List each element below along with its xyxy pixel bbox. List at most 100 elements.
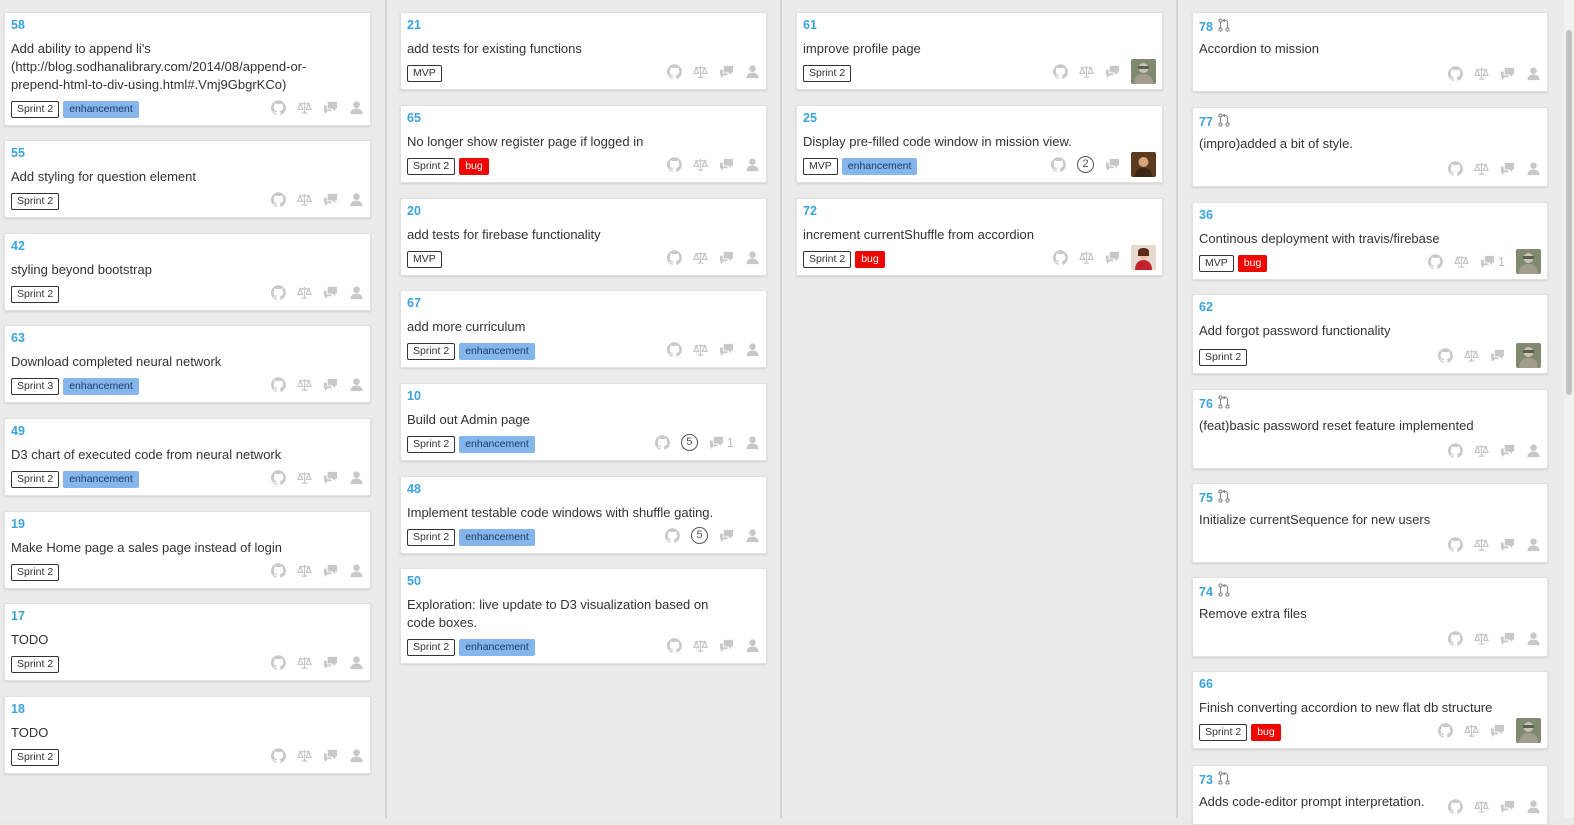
balance-scale-icon[interactable] [297,377,312,392]
issue-card[interactable]: 61 improve profile page Sprint 2 [796,12,1163,90]
assignee-icon[interactable] [349,377,364,392]
label-plain[interactable]: Sprint 2 [803,65,852,82]
github-icon[interactable] [667,249,682,265]
issue-title[interactable]: Build out Admin page [407,411,726,429]
issue-number[interactable]: 20 [407,204,421,218]
assignee-avatar[interactable] [1516,342,1541,368]
issue-number-text[interactable]: 10 [407,389,421,403]
issue-title[interactable]: Implement testable code windows with shu… [407,504,726,522]
github-icon[interactable] [654,434,670,450]
issue-card[interactable]: 72 increment currentShuffle from accordio… [796,198,1163,276]
issue-number[interactable]: 48 [407,482,421,496]
issue-card[interactable]: 76 (feat)basic password reset feature imp… [1192,389,1548,469]
issue-card[interactable]: 19 Make Home page a sales page instead of… [4,511,371,589]
label-plain[interactable]: Sprint 2 [11,656,60,673]
issue-card[interactable]: 18 TODO Sprint 2 [4,696,371,774]
issue-title[interactable]: styling beyond bootstrap [11,261,330,279]
issue-number-text[interactable]: 66 [1199,677,1213,691]
balance-scale-icon[interactable] [1474,161,1489,176]
issue-title[interactable]: add tests for existing functions [407,40,726,58]
comments-indicator[interactable] [1105,157,1120,172]
label-bug[interactable]: bug [855,251,885,268]
issue-card[interactable]: 49 D3 chart of executed code from neural … [4,418,371,496]
label-enhancement[interactable]: enhancement [63,101,139,118]
issue-number[interactable]: 73 [1199,771,1230,788]
issue-number-text[interactable]: 20 [407,204,421,218]
issue-number-text[interactable]: 74 [1199,585,1213,599]
issue-number-text[interactable]: 73 [1199,773,1213,787]
issue-number-text[interactable]: 67 [407,296,421,310]
issue-number-text[interactable]: 75 [1199,491,1213,505]
github-icon[interactable] [271,747,286,763]
label-enhancement[interactable]: enhancement [459,436,535,453]
label-enhancement[interactable]: enhancement [841,158,918,175]
assignee-avatar[interactable] [1131,58,1156,84]
balance-scale-icon[interactable] [1453,254,1469,269]
issue-number[interactable]: 21 [407,18,421,32]
comments-indicator[interactable] [1105,64,1120,79]
github-icon[interactable] [1448,160,1463,176]
issue-number-text[interactable]: 55 [11,146,25,160]
label-plain[interactable]: Sprint 2 [803,251,852,268]
issue-card[interactable]: 55 Add styling for question element Sprint… [4,140,371,218]
comments-indicator[interactable] [1500,161,1515,176]
github-icon[interactable] [1053,249,1068,265]
comments-indicator[interactable] [323,377,338,392]
assignee-icon[interactable] [1526,631,1541,646]
comments-indicator[interactable]: 1 [709,435,734,450]
comments-indicator[interactable] [719,64,734,79]
issue-number-text[interactable]: 76 [1199,397,1213,411]
issue-number[interactable]: 25 [803,111,817,125]
assignee-icon[interactable] [349,100,364,115]
assignee-icon[interactable] [349,655,364,670]
label-plain[interactable]: Sprint 2 [11,749,60,766]
label-enhancement[interactable]: enhancement [459,343,535,360]
issue-number[interactable]: 55 [11,146,25,160]
issue-number-text[interactable]: 48 [407,482,421,496]
issue-number-text[interactable]: 49 [11,424,25,438]
issue-number[interactable]: 42 [11,239,25,253]
label-plain[interactable]: Sprint 2 [407,529,456,546]
issue-card[interactable]: 77 (impro)added a bit of style. [1192,107,1548,187]
balance-scale-icon[interactable] [297,285,312,300]
issue-number[interactable]: 76 [1199,395,1230,412]
github-icon[interactable] [271,654,286,670]
assignee-icon[interactable] [745,250,760,265]
github-icon[interactable] [667,63,682,79]
issue-title[interactable]: Add forgot password functionality [1199,322,1507,340]
issue-number[interactable]: 49 [11,424,25,438]
issue-title[interactable]: Initialize currentSequence for new users [1199,511,1507,529]
comments-indicator[interactable] [323,748,338,763]
balance-scale-icon[interactable] [297,192,312,207]
comments-indicator[interactable] [1500,443,1515,458]
github-icon[interactable] [667,156,682,172]
balance-scale-icon[interactable] [693,157,708,172]
comments-indicator[interactable] [323,192,338,207]
issue-title[interactable]: add more curriculum [407,318,726,336]
label-plain[interactable]: Sprint 3 [11,378,60,395]
issue-title[interactable]: improve profile page [803,40,1122,58]
assignee-icon[interactable] [349,192,364,207]
comments-indicator[interactable] [719,528,734,543]
comments-indicator[interactable] [1500,66,1515,81]
issue-number-text[interactable]: 25 [803,111,817,125]
balance-scale-icon[interactable] [1474,631,1489,646]
balance-scale-icon[interactable] [693,250,708,265]
issue-title[interactable]: Display pre-filled code window in missio… [803,133,1122,151]
github-icon[interactable] [667,637,682,653]
comments-indicator[interactable] [1490,348,1505,363]
issue-card[interactable]: 75 Initialize currentSequence for new use… [1192,483,1548,563]
comments-indicator[interactable] [323,285,338,300]
issue-number-text[interactable]: 50 [407,574,421,588]
label-plain[interactable]: Sprint 2 [11,564,60,581]
assignee-icon[interactable] [1526,537,1541,552]
issue-number[interactable]: 18 [11,702,25,716]
issue-card[interactable]: 73 Adds code-editor prompt interpretation… [1192,765,1548,825]
github-icon[interactable] [271,99,286,115]
issue-title[interactable]: Download completed neural network [11,353,330,371]
issue-number-text[interactable]: 63 [11,331,25,345]
github-icon[interactable] [1053,63,1068,79]
assignee-icon[interactable] [745,64,760,79]
balance-scale-icon[interactable] [1474,66,1489,81]
issue-number-text[interactable]: 18 [11,702,25,716]
